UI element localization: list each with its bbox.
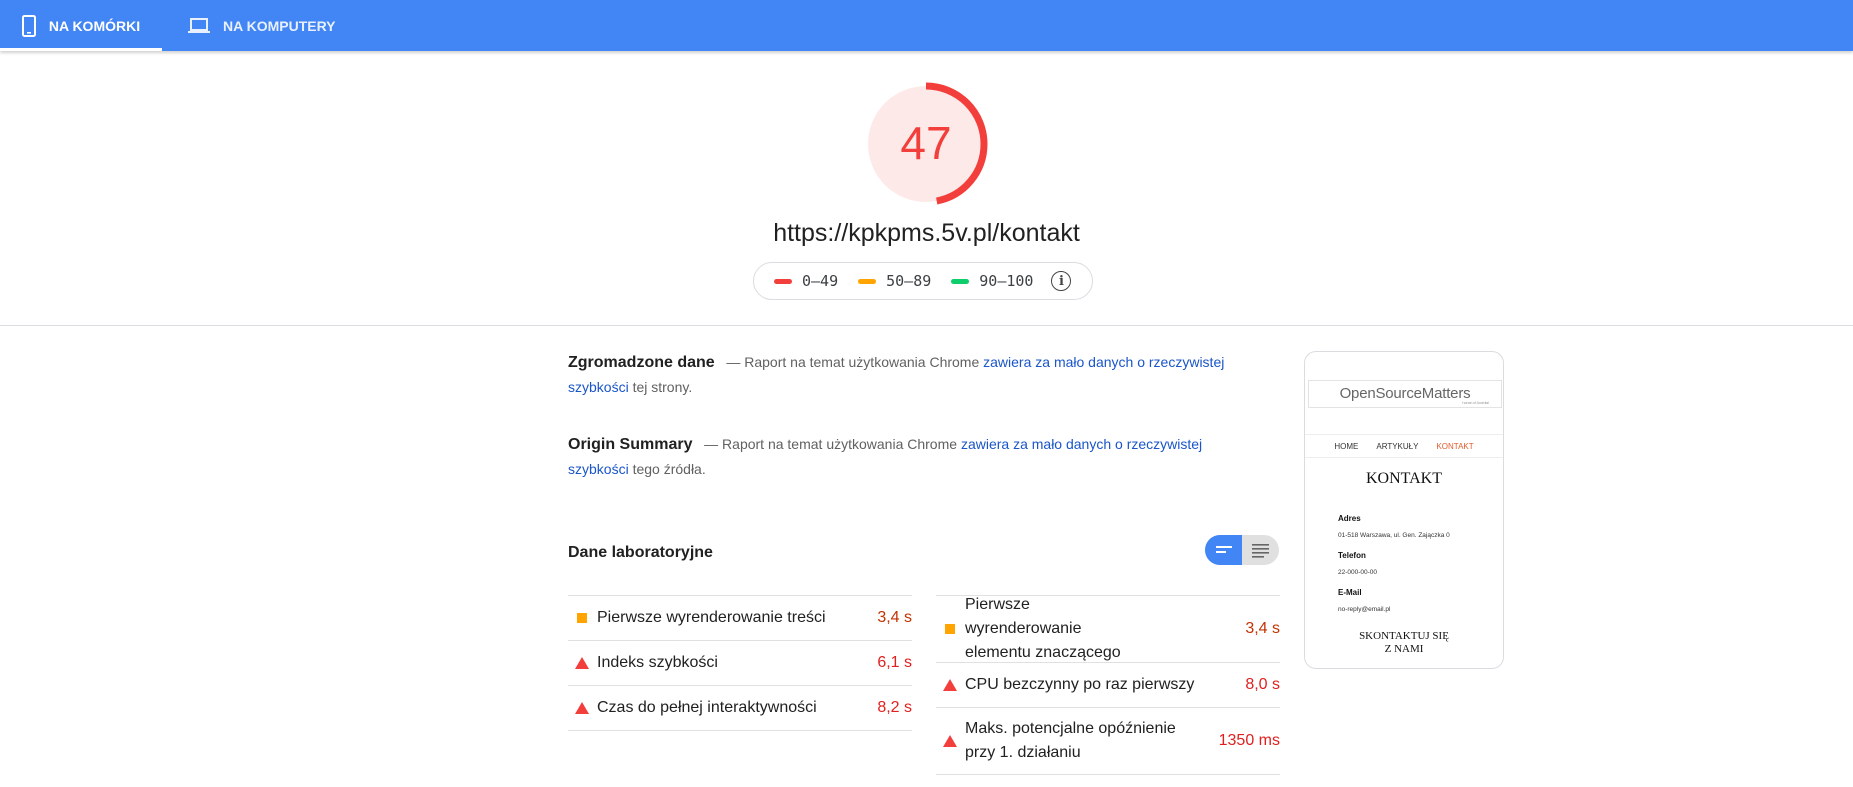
- metric-label: Pierwsze wyrenderowanie treści: [597, 609, 826, 626]
- metrics-view-toggle[interactable]: [1205, 535, 1279, 565]
- compact-view-icon: [1216, 546, 1232, 553]
- origin-summary-dash: —: [704, 436, 719, 452]
- field-data-link-cont[interactable]: szybkości: [568, 379, 629, 395]
- lab-data-title: Dane laboratoryjne: [568, 544, 713, 561]
- toggle-compact-view[interactable]: [1205, 535, 1242, 565]
- fail-triangle-icon: [575, 657, 589, 669]
- origin-summary-suffix: tego źródła.: [632, 461, 706, 477]
- average-square-icon: [945, 624, 955, 634]
- field-data-prefix: Raport na temat użytkowania Chrome: [744, 354, 980, 370]
- field-data-section: Zgromadzone dane — Raport na temat użytk…: [568, 350, 1228, 400]
- origin-summary-title: Origin Summary: [568, 436, 693, 453]
- field-data-suffix: tej strony.: [632, 379, 693, 395]
- field-data-link[interactable]: zawiera za mało danych o rzeczywistej: [983, 354, 1224, 370]
- site-contact-button: SKONTAKTUJ SIĘ Z NAMI: [1305, 630, 1503, 656]
- legend-range-fail: 0–49: [802, 272, 839, 290]
- lab-metrics-left: Pierwsze wyrenderowanie treści 3,4 s Ind…: [568, 595, 912, 731]
- metric-label: Maks. potencjalne opóźnienie przy 1. dzi…: [965, 720, 1176, 761]
- site-contact-button-label: SKONTAKTUJ SIĘ Z NAMI: [1359, 630, 1449, 655]
- metric-max-potential-fid: Maks. potencjalne opóźnienie przy 1. dzi…: [936, 707, 1280, 775]
- metric-value: 8,0 s: [1245, 676, 1280, 693]
- site-logo: OpenSourceMatters home of Joomla!: [1308, 380, 1502, 408]
- score-legend: 0–49 50–89 90–100 i: [753, 262, 1093, 300]
- metric-label: Czas do pełnej interaktywności: [597, 699, 817, 716]
- metric-value: 6,1 s: [877, 654, 912, 671]
- metric-speed-index: Indeks szybkości 6,1 s: [568, 640, 912, 685]
- tab-mobile[interactable]: NA KOMÓRKI: [0, 0, 162, 51]
- metric-first-cpu-idle: CPU bezczynny po raz pierwszy 8,0 s: [936, 662, 1280, 707]
- site-email-label: E-Mail: [1338, 588, 1362, 597]
- field-data-dash: —: [726, 354, 741, 370]
- tab-desktop-label: NA KOMPUTERY: [223, 17, 336, 34]
- expanded-view-icon[interactable]: [1242, 535, 1279, 565]
- page-screenshot-thumbnail: OpenSourceMatters home of Joomla! HOME A…: [1304, 351, 1504, 669]
- origin-summary-prefix: Raport na temat użytkowania Chrome: [722, 436, 958, 452]
- metric-label: CPU bezczynny po raz pierwszy: [965, 676, 1195, 693]
- field-data-title: Zgromadzone dane: [568, 354, 715, 371]
- performance-score: 47: [900, 117, 952, 169]
- tab-desktop[interactable]: NA KOMPUTERY: [188, 0, 336, 51]
- origin-summary-link-cont[interactable]: szybkości: [568, 461, 629, 477]
- metric-first-meaningful-paint: Pierwsze wyrenderowanie elementu znacząc…: [936, 595, 1280, 662]
- site-logo-text: OpenSourceMatters: [1339, 385, 1471, 402]
- site-phone: 22-000-00-00: [1338, 569, 1378, 576]
- legend-orange-marker: [858, 278, 877, 284]
- legend-item-average: 50–89: [858, 272, 931, 290]
- metric-value: 3,4 s: [1245, 620, 1280, 637]
- origin-summary-section: Origin Summary — Raport na temat użytkow…: [568, 432, 1228, 482]
- site-nav: HOME ARTYKUŁY KONTAKT: [1305, 434, 1503, 458]
- smartphone-icon: [21, 14, 36, 37]
- site-nav-contact: KONTAKT: [1436, 441, 1474, 451]
- metric-value: 8,2 s: [877, 699, 912, 716]
- metric-label: Pierwsze wyrenderowanie elementu znacząc…: [965, 596, 1121, 661]
- legend-item-fail: 0–49: [774, 272, 838, 290]
- section-divider: [0, 325, 1853, 326]
- metric-time-to-interactive: Czas do pełnej interaktywności 8,2 s: [568, 685, 912, 731]
- site-email: no-reply@email.pl: [1338, 606, 1391, 613]
- fail-triangle-icon: [575, 702, 589, 714]
- site-address-label: Adres: [1338, 514, 1361, 523]
- metric-first-contentful-paint: Pierwsze wyrenderowanie treści 3,4 s: [568, 595, 912, 640]
- info-icon[interactable]: i: [1051, 271, 1072, 291]
- device-tab-bar: NA KOMÓRKI NA KOMPUTERY: [0, 0, 1853, 51]
- legend-range-average: 50–89: [886, 272, 932, 290]
- site-nav-home: HOME: [1334, 441, 1359, 451]
- legend-range-pass: 90–100: [979, 272, 1034, 290]
- legend-item-pass: 90–100: [951, 272, 1033, 290]
- metric-value: 1350 ms: [1218, 732, 1280, 749]
- average-square-icon: [577, 613, 587, 623]
- site-logo-subtitle: home of Joomla!: [1462, 400, 1489, 405]
- site-phone-label: Telefon: [1338, 551, 1366, 560]
- site-nav-articles: ARTYKUŁY: [1376, 441, 1419, 451]
- lab-metrics-right: Pierwsze wyrenderowanie elementu znacząc…: [936, 595, 1280, 775]
- laptop-icon: [188, 17, 210, 33]
- site-page-title: KONTAKT: [1365, 470, 1443, 487]
- tested-url: https://kpkpms.5v.pl/kontakt: [773, 219, 1080, 247]
- fail-triangle-icon: [943, 735, 957, 747]
- origin-summary-link[interactable]: zawiera za mało danych o rzeczywistej: [961, 436, 1202, 452]
- metric-value: 3,4 s: [877, 609, 912, 626]
- site-address: 01-518 Warszawa, ul. Gen. Zajączka 0: [1338, 532, 1450, 539]
- tab-mobile-label: NA KOMÓRKI: [48, 17, 141, 34]
- legend-red-marker: [774, 278, 792, 284]
- metric-label: Indeks szybkości: [597, 654, 718, 671]
- legend-green-marker: [951, 278, 970, 284]
- fail-triangle-icon: [943, 679, 957, 691]
